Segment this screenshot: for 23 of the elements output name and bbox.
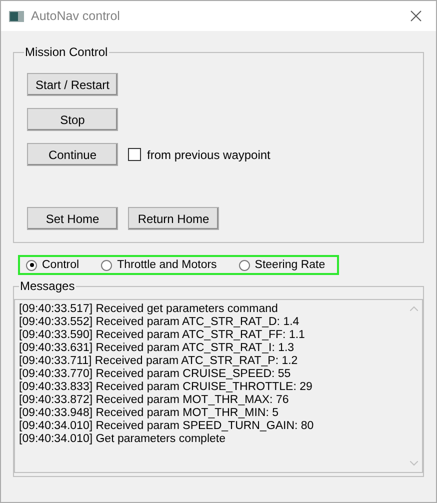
message-line: [09:40:33.833] Received param CRUISE_THROTTLE: 29	[19, 381, 314, 394]
group-title: Messages	[19, 279, 76, 293]
command-button[interactable]: Stop	[27, 108, 118, 131]
window-title: AutoNav control	[31, 9, 121, 23]
message-line: [09:40:33.711] Received param ATC_STR_RAT_P: 1.2	[19, 355, 299, 368]
radio-label[interactable]: Steering Rate	[254, 259, 326, 271]
group-title: Mission Control	[24, 45, 109, 59]
message-line: [09:40:33.770] Received param CRUISE_SPEED: 55	[19, 368, 292, 381]
message-line: [09:40:34.010] Get parameters complete	[19, 433, 226, 446]
message-line: [09:40:33.590] Received param ATC_STR_RAT_FF: 1.1	[19, 329, 306, 342]
message-line: [09:40:33.872] Received param MOT_THR_MAX: 76	[19, 394, 290, 407]
radio-label[interactable]: Throttle and Motors	[117, 259, 217, 271]
home-button[interactable]: Set Home	[27, 207, 118, 230]
radio-label[interactable]: Control	[42, 259, 80, 271]
message-line: [09:40:33.631] Received param ATC_STR_RAT_I: 1.3	[19, 342, 296, 355]
message-line: [09:40:34.010] Received param SPEED_TURN_GAIN: 80	[19, 420, 315, 433]
home-button[interactable]: Return Home	[128, 207, 219, 230]
command-button[interactable]: Start / Restart	[27, 73, 118, 96]
checkbox-label: from previous waypoint	[147, 148, 270, 162]
message-line: [09:40:33.552] Received param ATC_STR_RAT_D: 1.4	[19, 316, 300, 329]
command-button[interactable]: Continue	[27, 143, 118, 166]
message-line: [09:40:33.948] Received param MOT_THR_MIN: 5	[19, 407, 280, 420]
message-line: [09:40:33.517] Received get parameters command	[19, 303, 279, 316]
